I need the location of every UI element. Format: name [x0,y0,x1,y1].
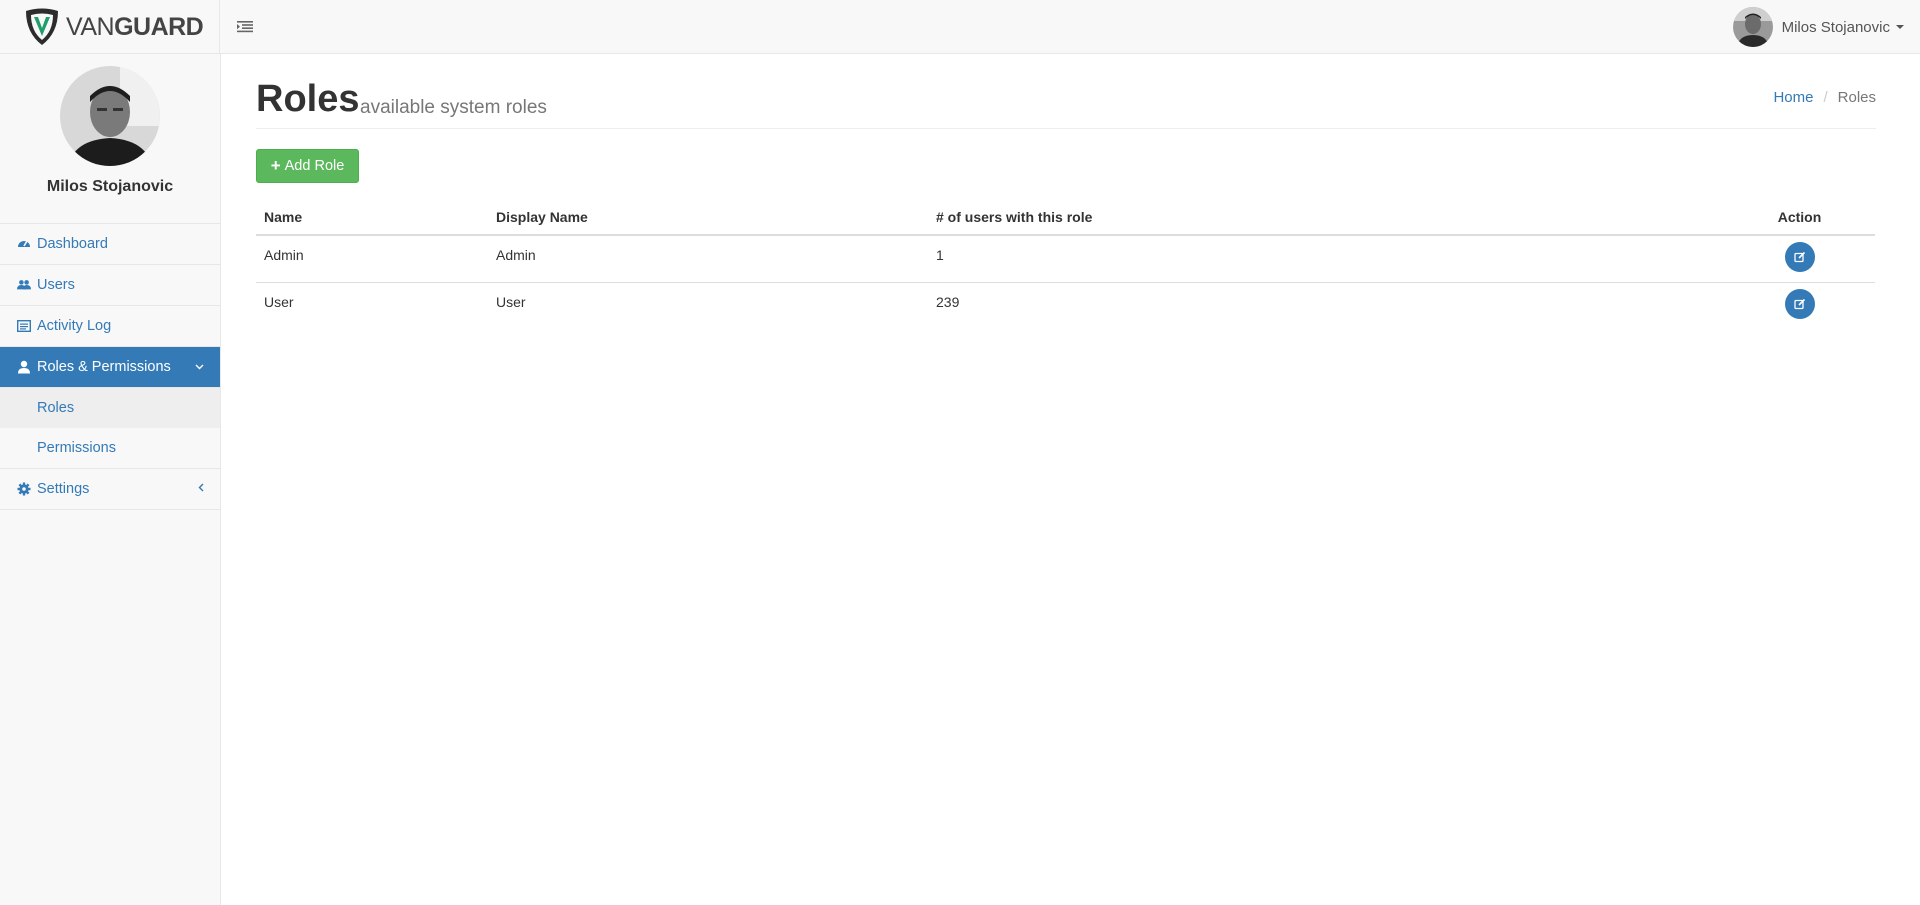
sidebar-item-dashboard[interactable]: Dashboard [0,224,220,265]
chevron-down-icon [195,361,204,373]
sidebar-subitem-label: Permissions [37,440,116,456]
brand-name: VANGUARD [66,12,204,41]
column-header-display-name: Display Name [488,199,928,236]
user-menu-name: Milos Stojanovic [1781,18,1890,36]
sidebar-item-label: Dashboard [37,236,108,252]
sidebar-item-settings[interactable]: Settings [0,469,220,510]
role-name-cell: User [264,293,294,310]
add-role-label: Add Role [284,158,345,174]
profile-name: Milos Stojanovic [46,178,174,195]
main-content: Roles available system roles Home / Role… [256,54,1876,319]
breadcrumb-home-link[interactable]: Home [1773,89,1813,106]
column-header-name: Name [256,199,488,236]
edit-icon [1793,298,1805,309]
edit-role-button[interactable] [1784,288,1815,319]
sidebar-toggle-button[interactable] [236,17,254,35]
page-subtitle: available system roles [360,97,547,118]
table-row: Admin Admin 1 [256,235,1875,283]
sidebar-item-activity-log[interactable]: Activity Log [0,306,220,347]
sidebar-item-label: Roles & Permissions [37,359,171,375]
sidebar-item-roles-permissions[interactable]: Roles & Permissions [0,347,220,388]
sidebar-item-label: Users [37,277,75,293]
role-users-count-cell: 1 [928,235,1724,283]
column-header-action: Action [1724,199,1875,236]
role-action-cell [1724,282,1875,329]
edit-role-button[interactable] [1784,242,1815,272]
menu-indent-icon [237,21,253,33]
caret-down-icon [1896,25,1904,29]
sidebar: Milos Stojanovic Dashboard Users Activit… [0,54,221,905]
sidebar-submenu: Roles Permissions [0,388,220,469]
role-action-cell [1724,235,1875,283]
avatar [1732,7,1773,47]
user-menu-dropdown[interactable]: Milos Stojanovic [1732,6,1904,48]
edit-icon [1793,251,1805,263]
breadcrumb-current: Roles [1837,89,1876,106]
plus-icon: + [270,156,281,175]
activity-log-icon [17,319,31,333]
chevron-left-icon [198,483,204,495]
users-icon [17,278,31,292]
top-navbar: VANGUARD Milos Stojanovic [0,0,1920,54]
shield-logo-icon [26,8,58,45]
role-display-name-cell: User [496,293,526,310]
role-name-cell: Admin [256,235,488,283]
sidebar-profile: Milos Stojanovic [0,66,220,224]
avatar [60,66,160,166]
sidebar-item-users[interactable]: Users [0,265,220,306]
sidebar-subitem-roles[interactable]: Roles [0,388,220,428]
sidebar-subitem-label: Roles [37,400,75,416]
sidebar-item-label: Activity Log [37,318,112,334]
brand[interactable]: VANGUARD [0,0,220,54]
page-title: Roles [256,78,360,120]
breadcrumb: Home / Roles [1773,89,1876,106]
gear-icon [17,482,31,496]
add-role-button[interactable]: + Add Role [256,149,359,183]
role-users-count-cell: 239 [936,293,960,310]
user-icon [17,360,31,374]
role-display-name-cell: Admin [488,235,928,283]
page-header: Roles available system roles Home / Role… [256,54,1876,129]
breadcrumb-separator: / [1823,89,1828,106]
roles-table: Name Display Name # of users with this r… [256,199,1875,329]
sidebar-item-label: Settings [37,481,90,497]
table-row: User User 239 [256,282,1875,329]
table-header-row: Name Display Name # of users with this r… [256,199,1875,236]
dashboard-icon [17,237,31,251]
column-header-users-count: # of users with this role [928,199,1724,236]
sidebar-subitem-permissions[interactable]: Permissions [0,428,220,468]
